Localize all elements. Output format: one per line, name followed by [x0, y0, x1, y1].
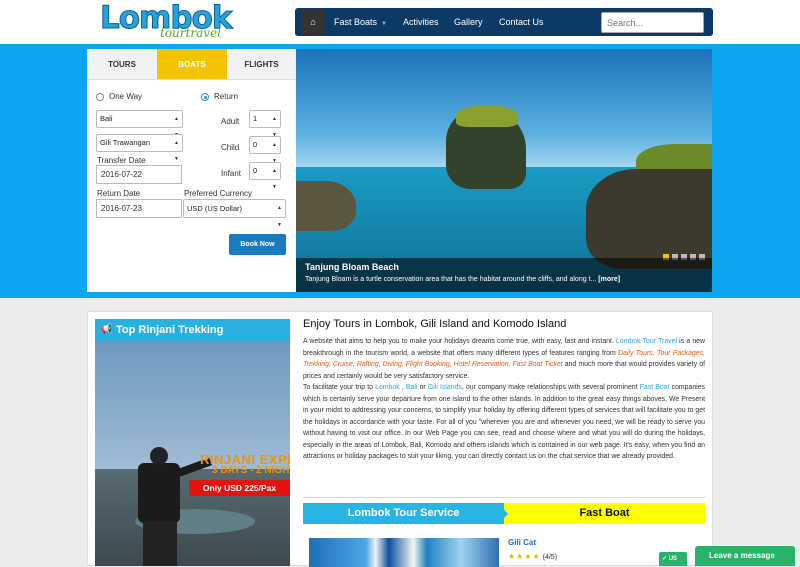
nav-item-gallery[interactable]: Gallery — [454, 8, 483, 36]
service-thumbnail[interactable] — [309, 538, 499, 567]
slide-description-text: Tanjung Bloam is a turtle conservation a… — [305, 276, 597, 283]
text-run: , our company make relationships with se… — [461, 384, 640, 391]
nav-item-fast-boats[interactable]: Fast Boats ▼ — [334, 8, 387, 36]
child-value: 0 — [253, 140, 258, 149]
return-label: Return — [214, 92, 239, 101]
adult-select[interactable]: 1 ▲ ▼ — [249, 110, 281, 138]
to-value: Gili Trawangan — [100, 138, 151, 147]
tab-arrow — [498, 503, 508, 524]
service-rating: ★★★★ (4/5) — [508, 552, 557, 561]
infant-label: Infant — [221, 169, 242, 178]
slide-caption: Tanjung Bloam Beach Tanjung Bloam is a t… — [296, 258, 712, 292]
slide-title: Tanjung Bloam Beach — [305, 262, 399, 272]
tab-boats[interactable]: BOATS — [157, 49, 227, 80]
gili-link[interactable]: Gili Islands — [428, 384, 462, 391]
bali-link[interactable]: Bali — [406, 384, 418, 391]
tab-fast-boat[interactable]: Fast Boat — [504, 503, 705, 524]
nav-item-label: Gallery — [454, 17, 483, 27]
one-way-label: One Way — [109, 92, 143, 101]
select-arrow-icon: ▲▼ — [277, 205, 282, 228]
currency-select[interactable]: USD (US Dollar) ▲ ▼ — [183, 199, 286, 228]
home-icon: ⌂ — [310, 17, 316, 27]
promo-heading: 📢 Top Rinjani Trekking — [95, 319, 290, 341]
about-title: Enjoy Tours in Lombok, Gili Island and K… — [303, 318, 567, 330]
slide-description: Tanjung Bloam is a turtle conservation a… — [305, 276, 620, 283]
trekker-legs — [143, 521, 177, 566]
site-header: Lombok tourtravel ⌂ Fast Boats ▼ Activiti… — [0, 0, 800, 44]
text-run: companies which is certainly serve your … — [303, 384, 705, 460]
return-date-label: Return Date — [97, 189, 141, 198]
star-rating-icon: ★★★★ — [508, 552, 541, 561]
infant-value: 0 — [253, 166, 258, 175]
leave-message-button[interactable]: Leave a message — [695, 546, 795, 566]
currency-label: Preferred Currency — [184, 189, 253, 198]
search-input[interactable] — [601, 12, 704, 33]
adult-value: 1 — [253, 114, 258, 123]
fast-boat-link[interactable]: Fast Boat — [640, 384, 670, 391]
promo-heading-text: Top Rinjani Trekking — [116, 324, 224, 336]
from-value: Bali — [100, 114, 113, 123]
adult-label: Adult — [221, 117, 240, 126]
child-select[interactable]: 0 ▲ ▼ — [249, 136, 281, 164]
nav-item-contact-us[interactable]: Contact Us — [499, 8, 544, 36]
tab-tours[interactable]: TOURS — [87, 49, 157, 80]
transfer-date-label: Transfer Date — [97, 156, 146, 165]
text-run: A website that aims to help you to make … — [303, 338, 617, 345]
caret-down-icon: ▼ — [381, 21, 387, 27]
slide-image-rock-top — [456, 105, 518, 127]
text-run: or — [417, 384, 428, 391]
hero-slider[interactable]: Tanjung Bloam Beach Tanjung Bloam is a t… — [296, 49, 712, 292]
return-date-field[interactable]: 2016-07-23 — [96, 199, 182, 218]
about-paragraph: To facilitate your trip to Lombok , Bali… — [303, 382, 705, 463]
trekker-head — [150, 447, 168, 465]
book-now-button[interactable]: Book Now — [229, 234, 286, 255]
services-section: Lombok Tour Service Fast Boat Gili Cat ★… — [303, 497, 705, 567]
currency-value: USD (US Dollar) — [187, 204, 243, 213]
one-way-radio[interactable] — [96, 93, 104, 101]
about-text: A website that aims to help you to make … — [303, 336, 705, 463]
promo-image-trekker — [133, 447, 212, 566]
service-name[interactable]: Gili Cat — [508, 538, 536, 547]
rinjani-promo[interactable]: 📢 Top Rinjani Trekking RINJANI EXPEDITIO… — [95, 319, 290, 566]
lombok-link[interactable]: Lombok — [375, 384, 400, 391]
rating-text: (4/5) — [542, 554, 558, 561]
select-arrow-icon: ▲▼ — [272, 168, 277, 190]
infant-select[interactable]: 0 ▲ ▼ — [249, 162, 281, 190]
transfer-date-field[interactable]: 2016-07-22 — [96, 165, 182, 184]
megaphone-icon: 📢 — [100, 324, 113, 335]
slide-more-link[interactable]: [more] — [598, 276, 620, 283]
booking-widget: TOURS BOATS FLIGHTS One Way Return Bali ▲… — [87, 49, 296, 292]
nav-item-activities[interactable]: Activities — [403, 8, 439, 36]
tab-lombok-tour-service[interactable]: Lombok Tour Service — [303, 503, 504, 524]
slide-image-rock — [296, 181, 356, 231]
site-logo[interactable]: Lombok tourtravel — [99, 0, 245, 40]
about-paragraph: A website that aims to help you to make … — [303, 336, 705, 382]
logo-sub-text: tourtravel — [160, 26, 221, 40]
chat-flag-badge: ✓ US — [659, 552, 687, 566]
brand-link[interactable]: Lombok Tour Travel — [616, 338, 677, 345]
tab-flights[interactable]: FLIGHTS — [227, 49, 296, 80]
nav-item-label: Contact Us — [499, 17, 544, 27]
to-select[interactable]: Gili Trawangan ▲ ▼ — [96, 134, 183, 162]
text-run: To facilitate your trip to — [303, 384, 376, 391]
child-label: Child — [221, 143, 240, 152]
from-select[interactable]: Bali▲▼ — [96, 110, 183, 138]
select-arrow-icon: ▲▼ — [174, 140, 179, 162]
promo-duration: 3 DAYS - 2 NIGHTS — [212, 465, 290, 476]
promo-price: Only USD 225/Pax — [189, 480, 290, 496]
nav-item-label: Fast Boats — [334, 17, 378, 27]
nav-home-button[interactable]: ⌂ — [301, 9, 325, 35]
nav-item-label: Activities — [403, 17, 439, 27]
chat-badge-text: US — [668, 556, 678, 562]
return-radio[interactable] — [201, 93, 209, 101]
